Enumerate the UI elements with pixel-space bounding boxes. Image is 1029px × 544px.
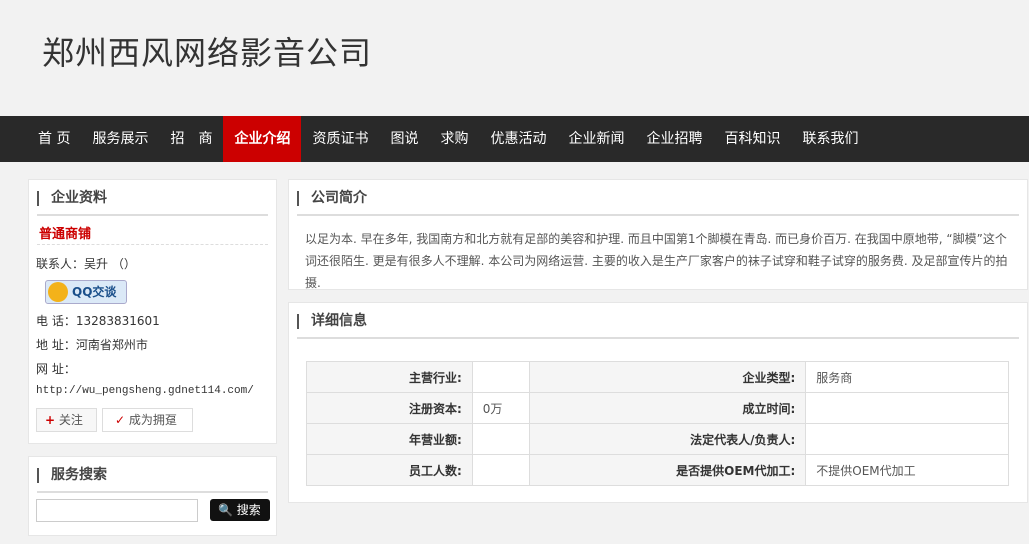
search-title: 服务搜索 (37, 457, 268, 493)
field-label: 成立时间: (528, 392, 807, 424)
qq-label: QQ交谈 (72, 285, 117, 299)
field-label: 企业类型: (528, 361, 807, 393)
nav-item[interactable]: 企业招聘 (635, 116, 713, 162)
website-link[interactable]: http://wu_pengsheng.gdnet114.com/ (36, 385, 254, 397)
field-value (471, 423, 530, 455)
address: 地 址：河南省郑州市 (36, 338, 148, 352)
nav-item[interactable]: 联系我们 (791, 116, 869, 162)
nav-item[interactable]: 求购 (429, 116, 479, 162)
table-row: 员工人数: 是否提供OEM代加工: 不提供OEM代加工 (306, 454, 1009, 486)
search-panel: 服务搜索 🔍 搜索 (28, 456, 277, 536)
field-label: 主营行业: (306, 361, 473, 393)
nav-item[interactable]: 图说 (379, 116, 429, 162)
shop-type: 普通商铺 (39, 227, 92, 242)
nav-item[interactable]: 资质证书 (301, 116, 379, 162)
header: 郑州西风网络影音公司 (0, 0, 1029, 116)
nav-item[interactable]: 服务展示 (81, 116, 159, 162)
phone: 电 话：13283831601 (36, 314, 160, 328)
contact-person: 联系人：吴升 （） (36, 257, 136, 271)
field-label: 法定代表人/负责人: (528, 423, 807, 455)
table-row: 注册资本: 0万 成立时间: (306, 392, 1009, 424)
main-nav: 首 页服务展示招 商企业介绍 资质证书 图说 求购 优惠活动 企业新闻 企业招聘 百科知识 联系… (0, 116, 1029, 162)
plus-icon: + (45, 413, 56, 427)
intro-title: 公司简介 (297, 180, 1019, 216)
become-fan-label: 成为拥趸 (128, 413, 177, 427)
nav-item[interactable]: 招 商 (159, 116, 223, 162)
details-title: 详细信息 (297, 303, 1019, 339)
become-fan-button[interactable]: ✓ 成为拥趸 (102, 408, 193, 432)
search-button-label: 搜索 (236, 503, 261, 517)
field-value (805, 392, 1009, 424)
details-panel: 详细信息 主营行业: 企业类型: 服务商 注册资本: 0万 成立时间: 年营业额: 法定代表人… (288, 302, 1028, 503)
qq-penguin-icon (48, 282, 68, 302)
field-label: 员工人数: (306, 454, 473, 486)
table-row: 年营业额: 法定代表人/负责人: (306, 423, 1009, 455)
intro-text: 以足为本. 早在多年, 我国南方和北方就有足部的美容和护理. 而且中国第1个脚模… (305, 232, 1008, 290)
website-label: 网 址： (36, 362, 76, 376)
check-icon: ✓ (115, 413, 126, 427)
nav-item[interactable]: 企业新闻 (557, 116, 635, 162)
search-button[interactable]: 🔍 搜索 (210, 499, 270, 521)
field-value: 不提供OEM代加工 (805, 454, 1009, 486)
field-label: 年营业额: (306, 423, 473, 455)
field-value: 0万 (471, 392, 530, 424)
details-table: 主营行业: 企业类型: 服务商 注册资本: 0万 成立时间: 年营业额: 法定代表人/负责人:… (306, 361, 1009, 486)
follow-label: 关注 (58, 413, 83, 427)
nav-item[interactable]: 百科知识 (713, 116, 791, 162)
field-value (805, 423, 1009, 455)
field-value (471, 361, 530, 393)
field-label: 是否提供OEM代加工: (528, 454, 807, 486)
nav-item[interactable]: 首 页 (27, 116, 81, 162)
qq-chat-button[interactable]: QQ交谈 (45, 280, 127, 304)
search-input[interactable] (36, 499, 198, 522)
nav-item[interactable]: 企业介绍 (223, 116, 302, 162)
nav-item[interactable]: 优惠活动 (479, 116, 557, 162)
table-row: 主营行业: 企业类型: 服务商 (306, 361, 1009, 393)
field-value: 服务商 (805, 361, 1009, 393)
search-icon: 🔍 (218, 503, 233, 517)
field-label: 注册资本: (306, 392, 473, 424)
profile-title: 企业资料 (37, 180, 268, 216)
intro-panel: 公司简介 以足为本. 早在多年, 我国南方和北方就有足部的美容和护理. 而且中国… (288, 179, 1028, 290)
field-value (471, 454, 530, 486)
company-name: 郑州西风网络影音公司 (42, 34, 373, 72)
follow-button[interactable]: + 关注 (36, 408, 97, 432)
profile-panel: 企业资料 普通商铺 联系人：吴升 （） QQ交谈 电 话：13283831601… (28, 179, 277, 444)
